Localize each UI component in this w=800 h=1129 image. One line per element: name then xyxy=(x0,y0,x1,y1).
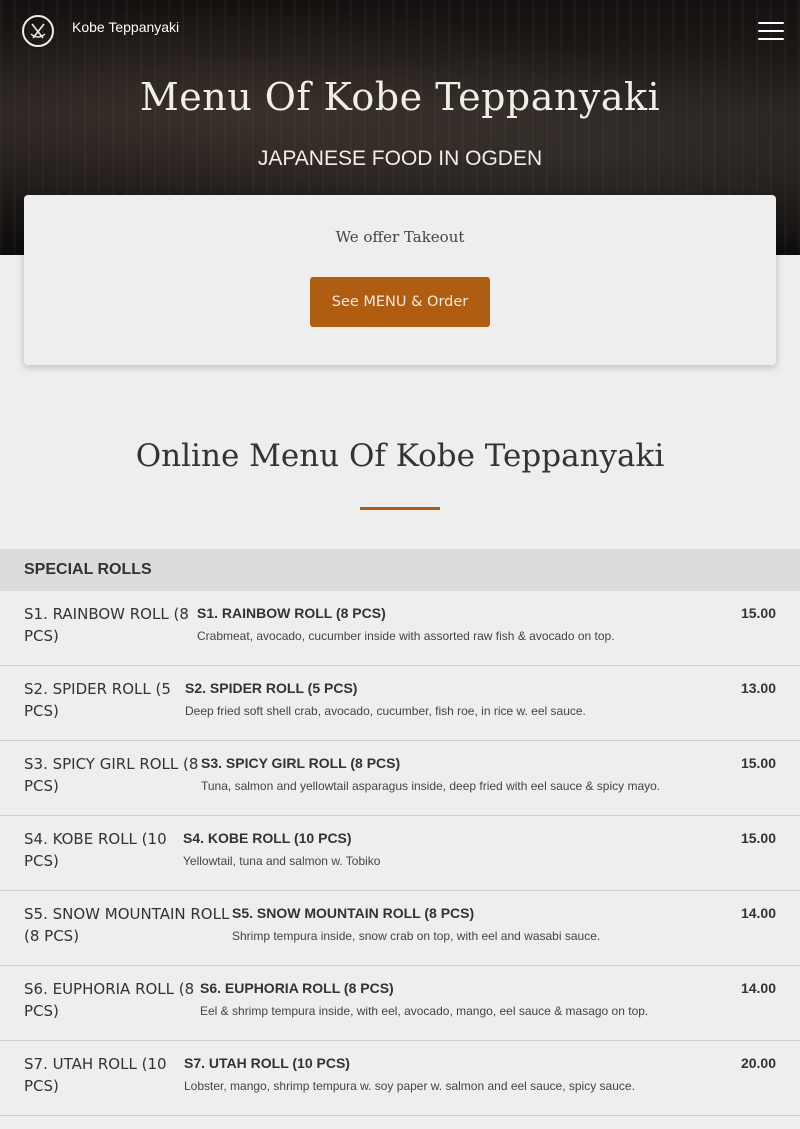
item-price: 15.00 xyxy=(740,830,776,846)
section-divider xyxy=(360,507,440,510)
takeout-card: We offer Takeout See MENU & Order xyxy=(24,195,776,365)
item-price: 15.00 xyxy=(740,755,776,771)
brand-name[interactable]: Kobe Teppanyaki xyxy=(72,19,179,35)
item-image: S6. EUPHORIA ROLL (8 PCS) xyxy=(24,980,195,1020)
item-description: Deep fried soft shell crab, avocado, cuc… xyxy=(185,704,586,718)
hamburger-menu-icon[interactable] xyxy=(758,22,784,40)
item-price: 15.00 xyxy=(740,605,776,621)
menu-item[interactable]: S4. KOBE ROLL (10 PCS) S4. KOBE ROLL (10… xyxy=(0,816,800,891)
hero-subtitle: JAPANESE FOOD IN OGDEN xyxy=(257,147,543,170)
menu-item[interactable]: S5. SNOW MOUNTAIN ROLL (8 PCS) S5. SNOW … xyxy=(0,891,800,966)
item-name: S5. SNOW MOUNTAIN ROLL (8 PCS) xyxy=(232,905,475,921)
menu-item[interactable]: S6. EUPHORIA ROLL (8 PCS) S6. EUPHORIA R… xyxy=(0,966,800,1041)
item-name: S2. SPIDER ROLL (5 PCS) xyxy=(185,680,358,696)
item-description: Eel & shrimp tempura inside, with eel, a… xyxy=(200,1004,649,1018)
item-image: S7. UTAH ROLL (10 PCS) xyxy=(24,1055,167,1095)
item-description: Yellowtail, tuna and salmon w. Tobiko xyxy=(183,854,381,868)
menu-item[interactable]: S7. UTAH ROLL (10 PCS) S7. UTAH ROLL (10… xyxy=(0,1041,800,1116)
hero-title: Menu Of Kobe Teppanyaki xyxy=(139,75,661,119)
item-name: S1. RAINBOW ROLL (8 PCS) xyxy=(197,605,386,621)
item-image: S5. SNOW MOUNTAIN ROLL (8 PCS) xyxy=(24,905,230,945)
category-label: SPECIAL ROLLS xyxy=(24,561,152,578)
menu-section-title: Online Menu Of Kobe Teppanyaki xyxy=(135,438,665,474)
item-description: Lobster, mango, shrimp tempura w. soy pa… xyxy=(184,1079,635,1093)
takeout-text: We offer Takeout xyxy=(335,228,465,246)
category-header[interactable]: SPECIAL ROLLS xyxy=(0,549,800,591)
item-name: S7. UTAH ROLL (10 PCS) xyxy=(184,1055,350,1071)
item-image: S3. SPICY GIRL ROLL (8 PCS) xyxy=(24,755,199,795)
item-name: S4. KOBE ROLL (10 PCS) xyxy=(183,830,352,846)
menu-item[interactable]: S2. SPIDER ROLL (5 PCS) S2. SPIDER ROLL … xyxy=(0,666,800,741)
menu-item[interactable]: S1. RAINBOW ROLL (8 PCS) S1. RAINBOW ROL… xyxy=(0,591,800,666)
item-price: 13.00 xyxy=(740,680,776,696)
menu-items-list: S1. RAINBOW ROLL (8 PCS) S1. RAINBOW ROL… xyxy=(0,591,800,1116)
item-description: Shrimp tempura inside, snow crab on top,… xyxy=(232,929,601,943)
item-image: S4. KOBE ROLL (10 PCS) xyxy=(24,830,167,870)
see-menu-order-button[interactable]: See MENU & Order xyxy=(310,277,490,327)
top-nav: Kobe Teppanyaki xyxy=(0,0,800,60)
item-name: S6. EUPHORIA ROLL (8 PCS) xyxy=(200,980,394,996)
item-description: Crabmeat, avocado, cucumber inside with … xyxy=(197,629,615,643)
item-name: S3. SPICY GIRL ROLL (8 PCS) xyxy=(201,755,401,771)
item-price: 14.00 xyxy=(740,980,776,996)
item-image: S2. SPIDER ROLL (5 PCS) xyxy=(24,680,171,720)
item-price: 14.00 xyxy=(740,905,776,921)
menu-item[interactable]: S3. SPICY GIRL ROLL (8 PCS) S3. SPICY GI… xyxy=(0,741,800,816)
item-price: 20.00 xyxy=(740,1055,776,1071)
chopsticks-plate-icon[interactable] xyxy=(22,15,54,47)
item-description: Tuna, salmon and yellowtail asparagus in… xyxy=(201,779,661,793)
item-image: S1. RAINBOW ROLL (8 PCS) xyxy=(24,605,189,645)
